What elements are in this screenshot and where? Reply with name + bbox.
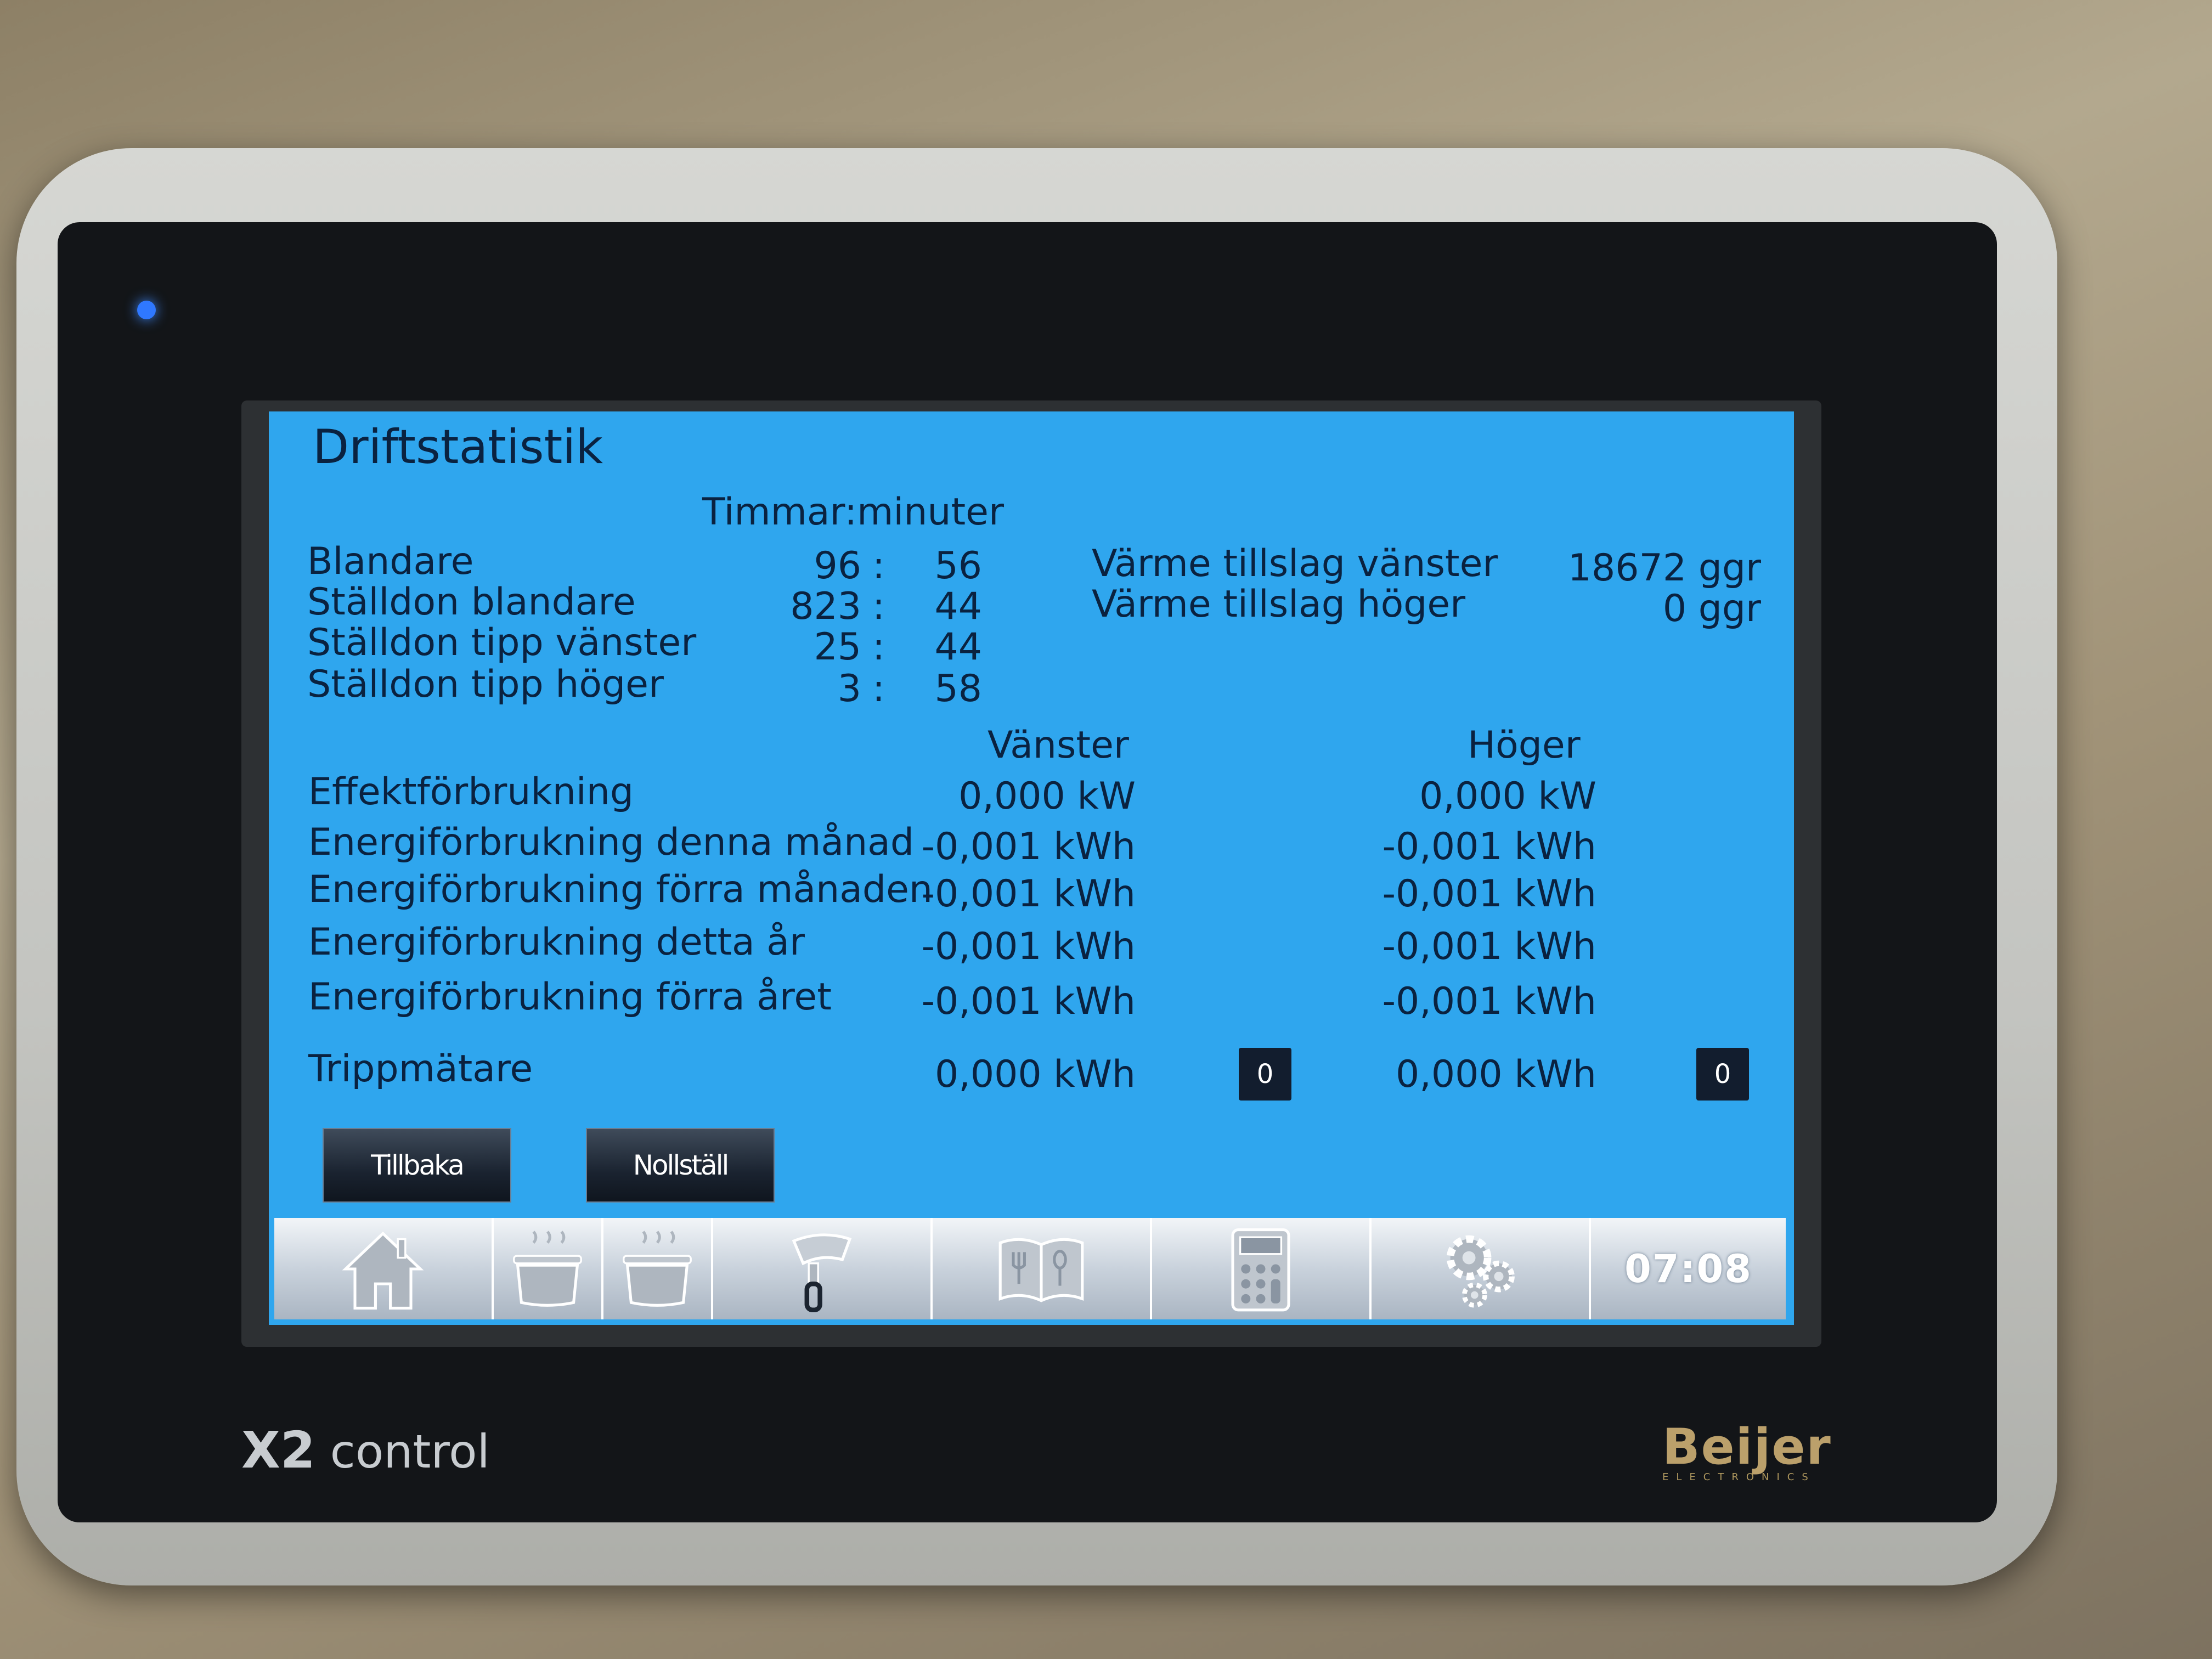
nav-cooking-pot-2[interactable] — [603, 1218, 713, 1319]
trip-reset-left-button[interactable]: 0 — [1239, 1048, 1291, 1101]
energy-label: Energiförbrukning förra året — [308, 975, 832, 1019]
trip-meter-value-right: 0,000 kWh — [1396, 1053, 1596, 1096]
hand-mixer-icon — [792, 1233, 852, 1312]
energy-value-right: -0,001 kWh — [1382, 980, 1596, 1023]
runtime-label-stalldon-blandare: Ställdon blandare — [307, 580, 636, 624]
energy-value-right: -0,001 kWh — [1382, 925, 1596, 968]
trip-meter-label: Trippmätare — [308, 1047, 533, 1091]
energy-value-left: -0,001 kWh — [921, 872, 1136, 916]
runtime-minutes: 56 — [934, 544, 982, 588]
clock-display: 07:08 — [1624, 1246, 1752, 1291]
runtime-minutes: 44 — [934, 625, 982, 669]
heat-label-vanster: Värme tillslag vänster — [1092, 542, 1498, 585]
nav-mixer[interactable] — [713, 1218, 933, 1319]
energy-value-right: -0,001 kWh — [1382, 872, 1596, 916]
heat-value-hoger: 0 ggr — [1662, 587, 1761, 630]
nav-home[interactable] — [274, 1218, 494, 1319]
energy-value-left: -0,001 kWh — [921, 825, 1136, 868]
energy-value-right: 0,000 kW — [1419, 775, 1596, 818]
runtime-hours: 96 — [814, 544, 861, 588]
nav-cooking-pot-1[interactable] — [494, 1218, 603, 1319]
energy-label: Energiförbrukning förra månaden — [308, 868, 933, 911]
nav-recipes[interactable] — [933, 1218, 1152, 1319]
heat-value-vanster: 18672 ggr — [1567, 546, 1761, 590]
energy-label: Effektförbrukning — [308, 770, 634, 814]
back-button[interactable]: Tillbaka — [323, 1128, 511, 1203]
column-header-vanster: Vänster — [988, 724, 1129, 767]
runtime-minutes: 44 — [934, 585, 982, 628]
page-title: Driftstatistik — [313, 420, 603, 475]
energy-label: Energiförbrukning detta år — [308, 921, 805, 964]
nav-settings[interactable] — [1372, 1218, 1591, 1319]
cooking-pot-icon — [513, 1230, 582, 1307]
hmi-screen: Driftstatistik Timmar:minuter Blandare 9… — [269, 411, 1794, 1325]
energy-value-left: -0,001 kWh — [921, 980, 1136, 1023]
energy-label: Energiförbrukning denna månad — [308, 821, 915, 864]
runtime-separator: : — [872, 585, 885, 628]
trip-reset-right-button[interactable]: 0 — [1696, 1048, 1749, 1101]
device-model-label: X2 control — [241, 1421, 490, 1480]
runtime-label-tipp-vanster: Ställdon tipp vänster — [307, 621, 697, 664]
nav-clock[interactable]: 07:08 — [1591, 1218, 1786, 1319]
home-icon — [342, 1231, 424, 1310]
recipe-book-icon — [998, 1238, 1084, 1302]
energy-value-left: 0,000 kW — [958, 775, 1136, 818]
trip-meter-value-left: 0,000 kWh — [935, 1053, 1136, 1096]
runtime-hours: 3 — [837, 667, 861, 710]
runtime-hours: 25 — [814, 625, 861, 669]
reset-button[interactable]: Nollställ — [586, 1128, 775, 1203]
runtime-separator: : — [872, 625, 885, 669]
runtime-separator: : — [872, 667, 885, 710]
power-led — [137, 301, 156, 319]
brand-logo: Beijer ELECTRONICS — [1662, 1418, 1832, 1483]
energy-value-left: -0,001 kWh — [921, 925, 1136, 968]
calculator-icon — [1231, 1228, 1290, 1311]
runtime-label-tipp-hoger: Ställdon tipp höger — [307, 663, 664, 706]
nav-calculator[interactable] — [1152, 1218, 1372, 1319]
runtime-minutes: 58 — [934, 667, 982, 710]
column-header-hoger: Höger — [1468, 724, 1581, 767]
runtime-label-blandare: Blandare — [307, 540, 474, 583]
time-column-header: Timmar:minuter — [702, 490, 1004, 534]
runtime-separator: : — [872, 544, 885, 588]
bottom-nav-bar: 07:08 — [274, 1218, 1786, 1319]
energy-value-right: -0,001 kWh — [1382, 825, 1596, 868]
heat-label-hoger: Värme tillslag höger — [1092, 583, 1466, 626]
runtime-hours: 823 — [790, 585, 861, 628]
gears-icon — [1446, 1235, 1515, 1308]
cooking-pot-icon — [623, 1230, 692, 1307]
